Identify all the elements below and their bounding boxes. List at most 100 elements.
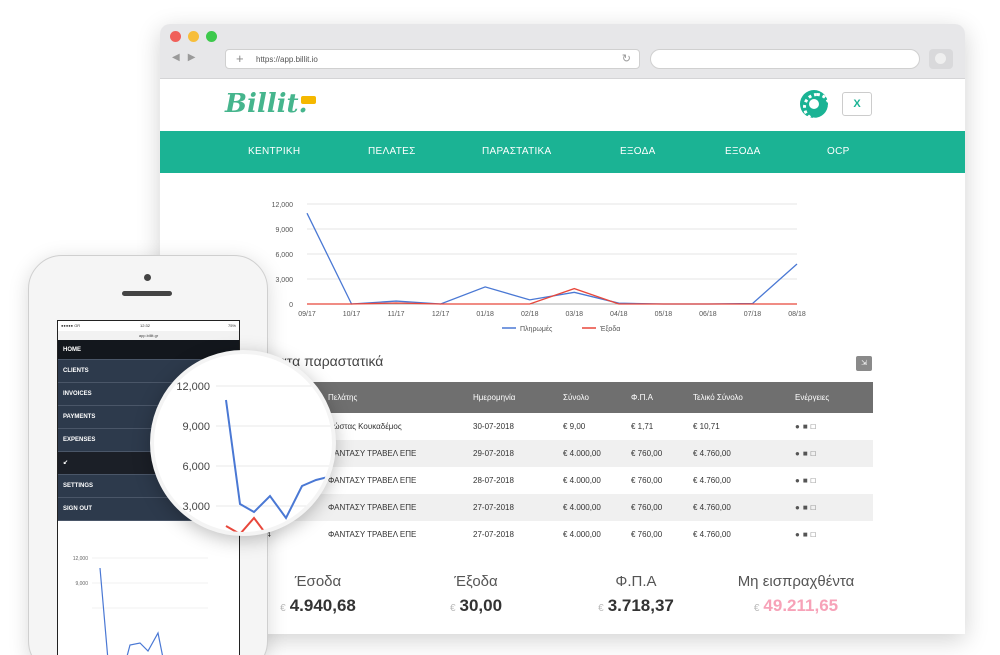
battery-text: 75% [227, 323, 236, 328]
app-header: Billit. X [160, 79, 965, 131]
nav-item-home[interactable]: ΚΕΝΤΡΙΚΗ [248, 131, 300, 173]
mag-tick-6000: 6,000 [182, 461, 210, 473]
address-bar[interactable]: + https://app.billit.io ↻ [225, 49, 640, 69]
plus-icon[interactable]: + [236, 51, 244, 66]
back-forward-icon[interactable]: ◀▶ [172, 52, 203, 63]
total-income-value: 4.940,68 [289, 596, 356, 615]
col-vat[interactable]: Φ.Π.Α [631, 382, 693, 413]
phone-series-line [99, 567, 164, 655]
phone-status-bar: ●●●●● GR 12:32 75% [58, 321, 239, 331]
y-tick-label: 0 [289, 302, 293, 309]
print-icon[interactable]: ■ [803, 503, 811, 512]
minimize-window-icon[interactable] [188, 31, 199, 42]
close-window-icon[interactable] [170, 31, 181, 42]
x-tick-label: 03/18 [566, 311, 584, 318]
reload-icon[interactable]: ↻ [622, 52, 631, 65]
export-button[interactable]: ⇲ [856, 356, 872, 371]
stage: ◀▶ + https://app.billit.io ↻ Billit. X Κ… [0, 0, 1000, 655]
view-icon[interactable]: ● [795, 530, 803, 539]
close-button[interactable]: X [842, 92, 872, 116]
series-line-0 [306, 212, 798, 305]
nav-item-documents[interactable]: ΠΑΡΑΣΤΑΤΙΚΑ [482, 131, 552, 173]
table-row[interactable]: ΦΑΝΤΑΣΥ ΤΡΑΒΕΛ ΕΠΕ 27-07-2018 € 4.000,00 € … [243, 494, 873, 521]
nav-item-expenses[interactable]: ΕΞΟΔΑ [620, 131, 656, 173]
print-icon[interactable]: ■ [803, 422, 811, 431]
camera-icon [144, 274, 151, 281]
cell-total: € 4.000,00 [563, 476, 601, 485]
gear-icon[interactable] [800, 90, 831, 121]
pdf-icon[interactable]: □ [811, 530, 819, 539]
phone-tick-9000: 9,000 [75, 581, 88, 587]
logo-badge [301, 96, 316, 104]
pdf-icon[interactable]: □ [811, 503, 819, 512]
time-text: 12:32 [140, 323, 151, 328]
cell-final-total: € 10,71 [693, 422, 720, 431]
cell-client: ΦΑΝΤΑΣΥ ΤΡΑΒΕΛ ΕΠΕ [328, 503, 417, 512]
legend-label[interactable]: Πληρωμές [520, 325, 553, 333]
speaker-icon [122, 291, 172, 296]
cell-vat: € 760,00 [631, 503, 663, 512]
cell-date: 29-07-2018 [473, 449, 514, 458]
print-icon[interactable]: ■ [803, 476, 811, 485]
logo: Billit. [225, 89, 308, 119]
x-tick-label: 12/17 [432, 311, 450, 318]
print-icon[interactable]: ■ [803, 530, 811, 539]
magnifier-lens: 12,000 9,000 6,000 3,000 [150, 350, 336, 536]
x-tick-label: 07/18 [744, 311, 762, 318]
pdf-icon[interactable]: □ [811, 422, 819, 431]
view-icon[interactable]: ● [795, 476, 803, 485]
maximize-window-icon[interactable] [206, 31, 217, 42]
cell-total: € 4.000,00 [563, 503, 601, 512]
phone-address-bar[interactable]: app.billit.gr [58, 331, 239, 340]
mag-tick-12000: 12,000 [176, 381, 210, 393]
cell-vat: € 1,71 [631, 422, 654, 431]
cell-final-total: € 4.760,00 [693, 449, 731, 458]
x-tick-label: 05/18 [655, 311, 673, 318]
view-icon[interactable]: ● [795, 449, 803, 458]
cell-client: ΦΑΝΤΑΣΥ ΤΡΑΒΕΛ ΕΠΕ [328, 449, 417, 458]
phone-tick-12000: 12,000 [73, 556, 89, 562]
table-row[interactable]: Κώστας Κουκαδέμος 30-07-2018 € 9,00 € 1,71 €… [243, 413, 873, 440]
table-row[interactable]: ΦΑΝΤΑΣΥ ΤΡΑΒΕΛ ΕΠΕ 29-07-2018 € 4.000,00 € … [243, 440, 873, 467]
cell-client: ΦΑΝΤΑΣΥ ΤΡΑΒΕΛ ΕΠΕ [328, 476, 417, 485]
table-header: Πελάτης Ημερομηνία Σύνολο Φ.Π.Α Τελικό Σ… [243, 382, 873, 413]
x-tick-label: 01/18 [476, 311, 494, 318]
total-expenses: Έξοδα €30,00 [401, 573, 551, 616]
mag-tick-9000: 9,000 [182, 421, 210, 433]
total-income-label: Έσοδα [294, 573, 342, 590]
pdf-icon[interactable]: □ [811, 449, 819, 458]
view-icon[interactable]: ● [795, 422, 803, 431]
cell-vat: € 760,00 [631, 476, 663, 485]
total-unpaid: Μη εισπραχθέντα €49.211,65 [721, 573, 871, 616]
col-final-total[interactable]: Τελικό Σύνολο [693, 382, 795, 413]
extension-icon[interactable] [929, 49, 953, 69]
pdf-icon[interactable]: □ [811, 476, 819, 485]
print-icon[interactable]: ■ [803, 449, 811, 458]
total-unpaid-value: 49.211,65 [763, 596, 839, 615]
x-tick-label: 04/18 [610, 311, 628, 318]
currency-symbol: € [598, 603, 604, 614]
view-icon[interactable]: ● [795, 503, 803, 512]
col-date[interactable]: Ημερομηνία [473, 382, 563, 413]
legend-label[interactable]: Έξοδα [599, 326, 620, 333]
y-tick-label: 12,000 [272, 202, 294, 209]
col-total[interactable]: Σύνολο [563, 382, 631, 413]
table-row[interactable]: #254ΦΑΝΤΑΣΥ ΤΡΑΒΕΛ ΕΠΕ27-07-2018€ 4.000,… [243, 521, 873, 548]
x-tick-label: 10/17 [343, 311, 361, 318]
nav-item-clients[interactable]: ΠΕΛΑΤΕΣ [368, 131, 416, 173]
cell-client: ΦΑΝΤΑΣΥ ΤΡΑΒΕΛ ΕΠΕ [328, 530, 417, 539]
x-tick-label: 08/18 [788, 311, 806, 318]
nav-item-expenses-2[interactable]: ΕΞΟΔΑ [725, 131, 761, 173]
browser-search-input[interactable] [650, 49, 920, 69]
table-row[interactable]: ΦΑΝΤΑΣΥ ΤΡΑΒΕΛ ΕΠΕ 28-07-2018 € 4.000,00 € … [243, 467, 873, 494]
col-client[interactable]: Πελάτης [328, 382, 473, 413]
cell-total: € 9,00 [563, 422, 586, 431]
cell-actions: ●■□ [795, 440, 873, 467]
col-actions: Ενέργειες [795, 382, 873, 413]
cell-total: € 4.000,00 [563, 530, 601, 539]
cell-final-total: € 4.760,00 [693, 530, 731, 539]
cell-vat: € 760,00 [631, 530, 663, 539]
total-vat: Φ.Π.Α €3.718,37 [561, 573, 711, 616]
nav-item-ocp[interactable]: OCP [827, 131, 850, 173]
carrier-text: ●●●●● GR [61, 323, 81, 328]
